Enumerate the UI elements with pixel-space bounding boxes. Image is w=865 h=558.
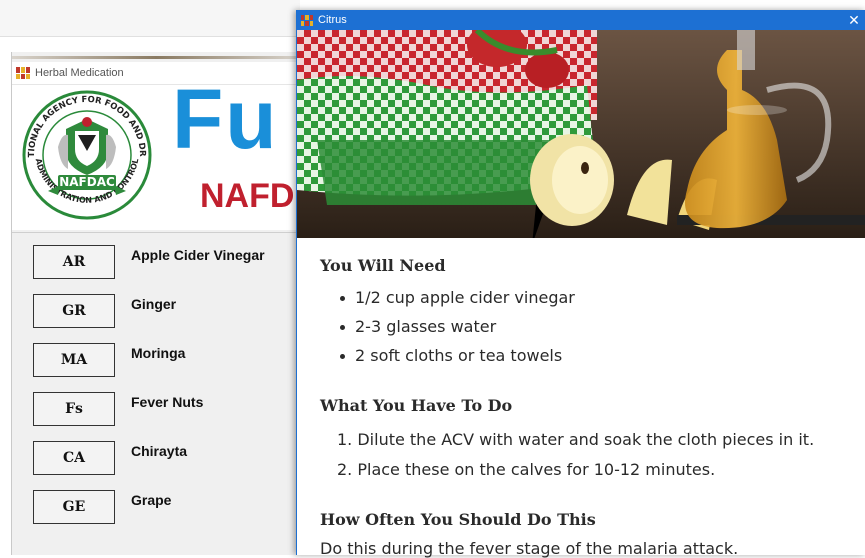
- citrus-content: You Will Need 1/2 cup apple cider vinega…: [297, 238, 865, 558]
- list-item: 1/2 cup apple cider vinegar: [340, 288, 575, 307]
- herb-button-ma[interactable]: MA: [33, 343, 115, 377]
- seal-center-text: NAFDAC: [59, 175, 115, 189]
- herb-row-ginger: GR Ginger: [12, 291, 301, 331]
- banner-headline: Fu: [172, 85, 279, 166]
- heading-what-to-do: What You Have To Do: [320, 396, 513, 415]
- how-often-text: Do this during the fever stage of the ma…: [320, 539, 739, 558]
- herb-row-apple-cider-vinegar: AR Apple Cider Vinegar: [12, 242, 301, 282]
- herb-label: Chirayta: [131, 443, 188, 459]
- background-top-strip: [0, 0, 300, 37]
- nafdac-banner: NATIONAL AGENCY FOR FOOD AND DRUG ADMINI…: [12, 85, 301, 230]
- list-item: 2-3 glasses water: [339, 317, 496, 336]
- herbal-medication-titlebar[interactable]: Herbal Medication: [12, 62, 301, 85]
- divider: [12, 232, 301, 233]
- herb-row-grape: GE Grape: [12, 487, 301, 527]
- window-title: Citrus: [318, 14, 347, 26]
- herb-row-moringa: MA Moringa: [12, 340, 301, 380]
- herb-button-fs[interactable]: Fs: [33, 392, 115, 426]
- herb-button-ca[interactable]: CA: [33, 441, 115, 475]
- herb-button-gr[interactable]: GR: [33, 294, 115, 328]
- herb-label: Ginger: [131, 296, 177, 312]
- citrus-window: Citrus ✕ You Will Need 1/2 cup apple cid…: [296, 10, 865, 558]
- apple-cider-vinegar-photo: [297, 30, 865, 238]
- window-title: Herbal Medication: [35, 67, 124, 79]
- herb-label: Apple Cider Vinegar: [131, 247, 265, 263]
- heading-how-often: How Often You Should Do This: [320, 510, 596, 529]
- step-item: 1. Dilute the ACV with water and soak th…: [337, 430, 815, 449]
- herb-label: Grape: [131, 492, 172, 508]
- herb-row-chirayta: CA Chirayta: [12, 438, 301, 478]
- herb-button-ar[interactable]: AR: [33, 245, 115, 279]
- herb-label: Moringa: [131, 345, 186, 361]
- app-icon: [301, 14, 313, 26]
- herb-label: Fever Nuts: [131, 394, 204, 410]
- herb-button-ge[interactable]: GE: [33, 490, 115, 524]
- decorative-line: [12, 56, 301, 59]
- banner-subline: NAFD: [200, 177, 295, 215]
- heading-you-will-need: You Will Need: [320, 256, 446, 275]
- close-icon[interactable]: ✕: [844, 10, 864, 30]
- nafdac-seal-logo: NATIONAL AGENCY FOR FOOD AND DRUG ADMINI…: [18, 89, 152, 220]
- list-item: 2 soft cloths or tea towels: [339, 346, 562, 365]
- herb-row-fever-nuts: Fs Fever Nuts: [12, 389, 301, 429]
- citrus-titlebar[interactable]: Citrus ✕: [297, 10, 865, 30]
- herbal-medication-window: Herbal Medication NATIONAL AGENCY FOR FO…: [11, 52, 301, 555]
- step-item: 2. Place these on the calves for 10-12 m…: [337, 460, 716, 479]
- app-icon: [16, 67, 30, 79]
